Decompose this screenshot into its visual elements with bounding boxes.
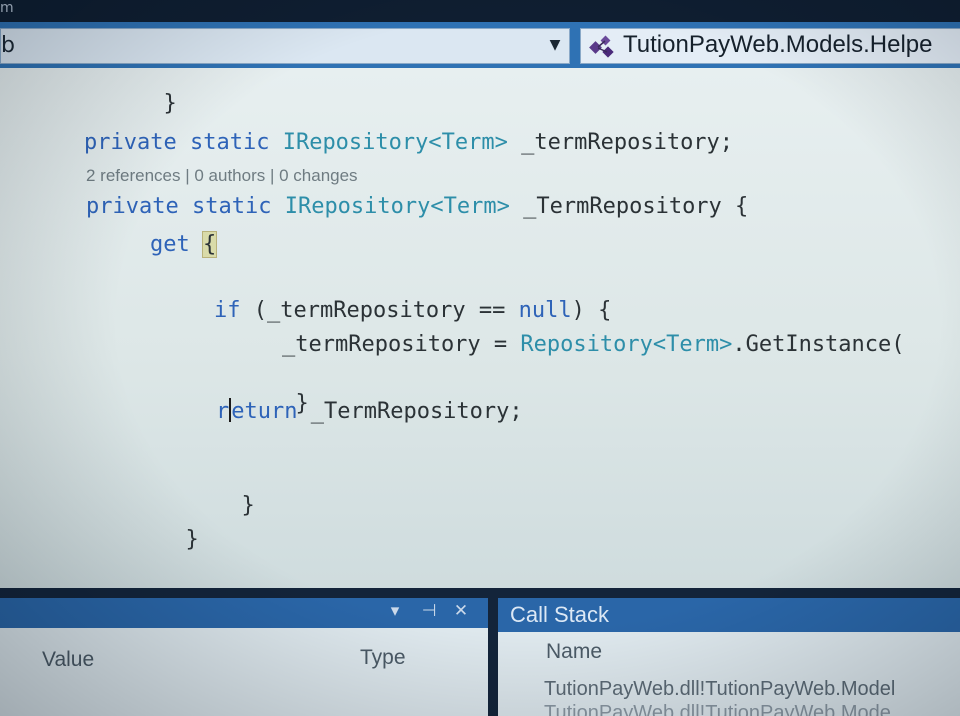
column-header-value[interactable]: Value xyxy=(42,648,94,672)
navigation-bar: b ▼ TutionPayWeb.Models.Helpe xyxy=(0,22,960,68)
keyword-null: null xyxy=(518,298,572,323)
keyword-get: get xyxy=(150,232,190,257)
type-name: IRepository<Term> xyxy=(284,194,510,219)
return-value: _TermRepository; xyxy=(310,399,523,424)
if-condition-end: ) { xyxy=(571,298,612,323)
type-name: Repository<Term> xyxy=(520,332,733,357)
title-fragment: m xyxy=(0,0,14,16)
locals-grid: Value Type xyxy=(0,628,488,716)
code-line-assign: _termRepository = Repository<Term>.GetIn… xyxy=(282,332,905,357)
code-editor[interactable]: } private static IRepository<Term> _term… xyxy=(0,68,960,588)
pin-icon[interactable]: ⊣ xyxy=(418,601,440,621)
assign-lhs: _termRepository = xyxy=(282,332,508,357)
call-stack-panel: Call Stack Name TutionPayWeb.dll!TutionP… xyxy=(498,598,960,716)
closing-brace: } xyxy=(241,493,255,518)
highlighted-brace: { xyxy=(201,231,218,258)
method-call: .GetInstance( xyxy=(732,332,905,357)
code-line-return: return _TermRepository; xyxy=(216,398,523,424)
field-name: _termRepository; xyxy=(521,130,734,155)
class-icon xyxy=(589,35,614,58)
codelens-indicator[interactable]: 2 references | 0 authors | 0 changes xyxy=(86,166,358,186)
code-line-get: get { xyxy=(150,231,218,258)
locals-panel-header: ▾ ⊣ ✕ xyxy=(0,598,488,628)
keyword-return-rest: eturn xyxy=(231,399,298,424)
panel-dropdown-icon[interactable]: ▾ xyxy=(384,601,406,621)
property-name: _TermRepository { xyxy=(523,194,749,219)
keyword-static: static xyxy=(189,130,270,155)
keyword-return-start: r xyxy=(216,399,230,424)
call-stack-row[interactable]: TutionPayWeb.dll!TutionPayWeb.Model xyxy=(544,678,895,701)
type-dropdown[interactable]: b ▼ xyxy=(0,28,570,64)
column-header-name[interactable]: Name xyxy=(546,640,602,664)
closing-brace: } xyxy=(163,91,177,116)
close-icon[interactable]: ✕ xyxy=(450,601,472,621)
code-line-field: private static IRepository<Term> _termRe… xyxy=(84,130,733,155)
code-line-property: private static IRepository<Term> _TermRe… xyxy=(86,194,748,219)
column-header-type[interactable]: Type xyxy=(360,646,406,670)
code-line-if: if (_termRepository == null) { xyxy=(214,298,611,323)
member-dropdown[interactable]: TutionPayWeb.Models.Helpe xyxy=(580,28,960,64)
closing-brace: } xyxy=(185,527,199,552)
code-line-prop-close: } xyxy=(106,502,199,577)
chevron-down-icon[interactable]: ▼ xyxy=(547,37,563,53)
call-stack-title: Call Stack xyxy=(510,602,610,627)
keyword-if: if xyxy=(214,298,241,323)
call-stack-grid: Name TutionPayWeb.dll!TutionPayWeb.Model… xyxy=(498,632,960,716)
keyword-private: private xyxy=(84,130,177,155)
call-stack-header: Call Stack xyxy=(498,598,960,632)
if-condition: (_termRepository == xyxy=(253,298,506,323)
type-dropdown-value: b xyxy=(1,33,15,58)
type-name: IRepository<Term> xyxy=(282,130,508,155)
member-dropdown-value: TutionPayWeb.Models.Helpe xyxy=(623,31,933,58)
visual-studio-window: m b ▼ TutionPayWeb.Models.Helpe } privat… xyxy=(0,0,960,716)
call-stack-row[interactable]: TutionPayWeb.dll!TutionPayWeb.Mode xyxy=(544,702,891,716)
keyword-private: private xyxy=(86,194,179,219)
locals-panel: ▾ ⊣ ✕ Value Type xyxy=(0,598,488,716)
title-strip: m xyxy=(0,0,960,22)
keyword-static: static xyxy=(191,194,272,219)
